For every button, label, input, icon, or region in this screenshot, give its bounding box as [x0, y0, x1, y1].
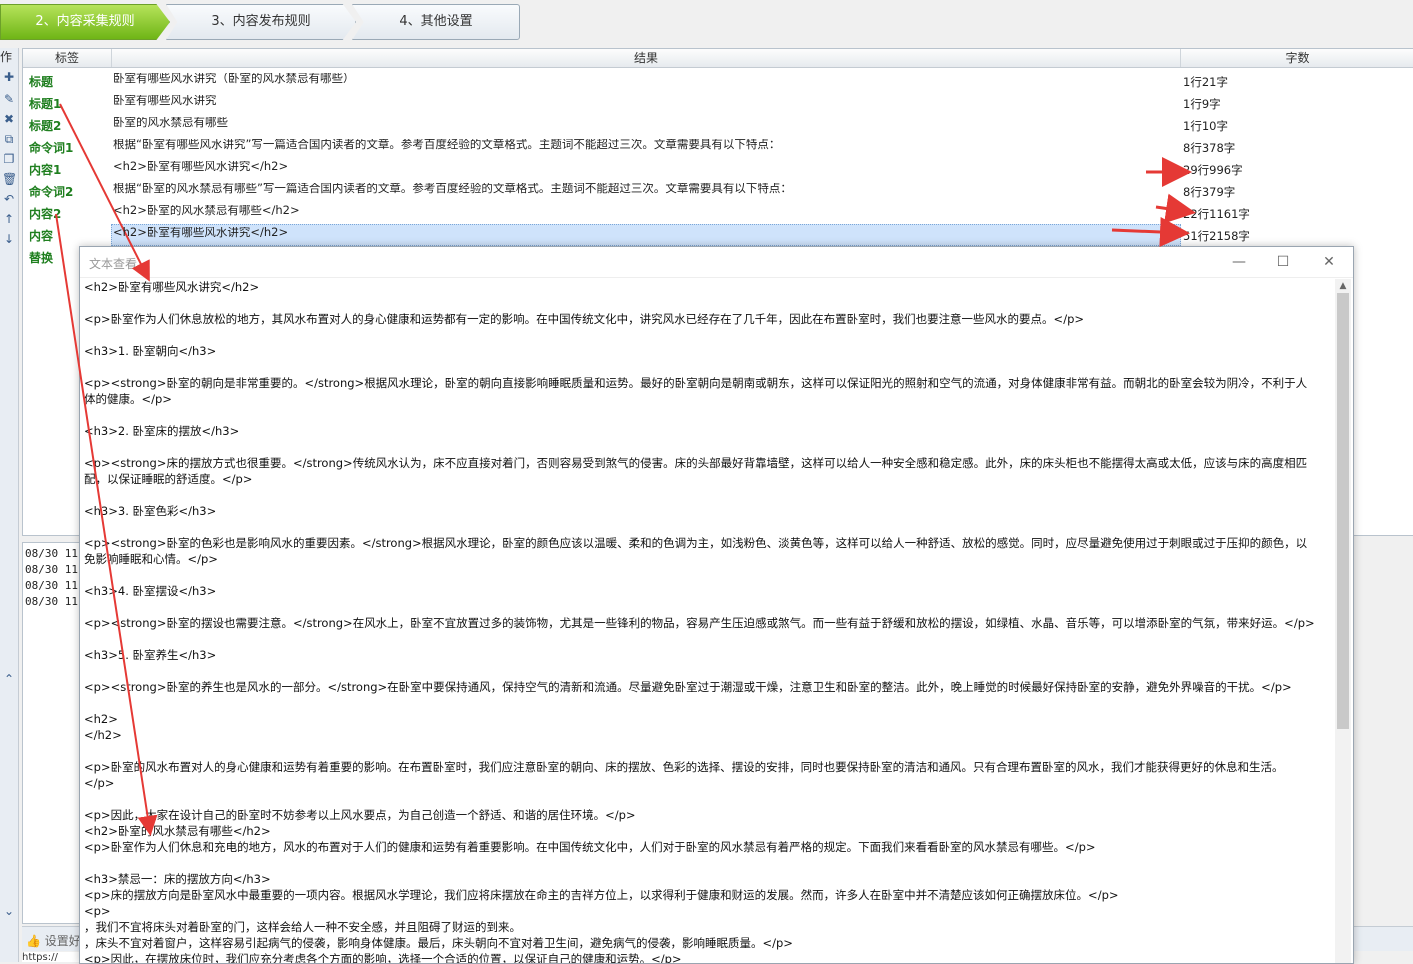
- table-row[interactable]: 标题2 卧室的风水禁忌有哪些 1行10字: [23, 113, 1413, 135]
- move-down-icon[interactable]: ↓: [2, 232, 16, 246]
- dialog-text-area[interactable]: <h2>卧室有哪些风水讲究</h2> <p>卧室作为人们休息放松的地方，其风水布置…: [84, 279, 1332, 963]
- row-result: 卧室有哪些风水讲究: [113, 95, 217, 106]
- url-strip: https://: [22, 952, 82, 962]
- text-line: <h3>4. 卧室摆设</h3>: [84, 584, 217, 598]
- close-icon[interactable]: ✕: [1315, 251, 1343, 273]
- row-count: 8行379字: [1183, 185, 1236, 199]
- text-line: <p>: [84, 904, 111, 918]
- text-line: 配，以保证睡眠的舒适度。</p>: [84, 472, 253, 486]
- copy-icon[interactable]: ⧉: [2, 132, 16, 146]
- collapse-down-icon[interactable]: ⌄: [2, 904, 16, 918]
- trash-icon[interactable]: 🗑: [2, 172, 17, 186]
- text-line: 免影响睡眠和心情。</p>: [84, 552, 218, 566]
- text-line: <p><strong>卧室的色彩也是影响风水的重要因素。</strong>根据风…: [84, 536, 1308, 550]
- table-row[interactable]: 内容1 <h2>卧室有哪些风水讲究</h2> 29行996字: [23, 157, 1413, 179]
- table-row[interactable]: 标题 卧室有哪些风水讲究（卧室的风水禁忌有哪些） 1行21字: [23, 69, 1413, 91]
- text-line: <h3>禁忌一：床的摆放方向</h3>: [84, 872, 271, 886]
- text-line: <h2>卧室的风水禁忌有哪些</h2>: [84, 824, 271, 838]
- text-line: </h2>: [84, 728, 122, 742]
- row-count: 29行996字: [1183, 163, 1243, 177]
- text-line: <h2>: [84, 712, 118, 726]
- text-line: <p><strong>卧室的摆设也需要注意。</strong>在风水上，卧室不宜…: [84, 616, 1315, 630]
- edit-icon[interactable]: ✎: [2, 92, 16, 106]
- text-line: <p>卧室作为人们休息和充电的地方，风水的布置对于人们的健康和运势有着重要影响。…: [84, 840, 1096, 854]
- row-result: <h2>卧室的风水禁忌有哪些</h2>: [113, 205, 300, 216]
- text-line: ，我们不宜将床头对着卧室的门，这样会给人一种不安全感，并且阻碍了财运的到来。: [84, 920, 521, 934]
- collapse-up-icon[interactable]: ⌃: [2, 672, 16, 686]
- table-row[interactable]: 标题1 卧室有哪些风水讲究 1行9字: [23, 91, 1413, 113]
- text-line: <p><strong>卧室的朝向是非常重要的。</strong>根据风水理论，卧…: [84, 376, 1308, 390]
- paste-icon[interactable]: ❐: [2, 152, 16, 166]
- column-header-result[interactable]: 结果: [112, 49, 1181, 67]
- dialog-title: 文本查看: [89, 257, 138, 271]
- text-line: ，床头不宜对着窗户，这样容易引起病气的侵袭，影响身体健康。最后，床头朝向不宜对着…: [84, 936, 793, 950]
- minimize-icon[interactable]: —: [1225, 251, 1253, 273]
- grid-header: 标签 结果 字数: [23, 49, 1413, 68]
- status-label: 👍 设置好: [26, 934, 81, 948]
- scroll-up-icon[interactable]: ▲: [1335, 279, 1351, 293]
- row-count: 22行1161字: [1183, 207, 1250, 221]
- row-tag: 标题1: [29, 97, 62, 111]
- row-result: 卧室的风水禁忌有哪些: [113, 117, 228, 128]
- tool-strip: 作 ✚ ✎ ✖ ⧉ ❐ 🗑 ↶ ↑ ↓ ⌃ ⌄: [0, 48, 19, 962]
- text-line: 体的健康。</p>: [84, 392, 172, 406]
- row-tag: 命令词2: [29, 185, 74, 199]
- row-count: 1行21字: [1183, 75, 1228, 89]
- row-result: 卧室有哪些风水讲究（卧室的风水禁忌有哪些）: [113, 73, 355, 84]
- column-header-count[interactable]: 字数: [1181, 49, 1413, 67]
- log-panel: 08/30 11:5 08/30 11:5 08/30 11:5 08/30 1…: [22, 542, 91, 924]
- tab-other-settings[interactable]: 4、其他设置: [352, 4, 520, 40]
- row-tag: 替换: [29, 251, 54, 265]
- row-tag: 内容2: [29, 207, 62, 221]
- text-line: <p><strong>床的摆放方式也很重要。</strong>传统风水认为，床不…: [84, 456, 1308, 470]
- row-tag: 内容1: [29, 163, 62, 177]
- row-tag: 内容: [29, 229, 54, 243]
- row-result: 根据“卧室有哪些风水讲究”写一篇适合国内读者的文章。参考百度经验的文章格式。主题…: [113, 139, 781, 150]
- undo-icon[interactable]: ↶: [2, 192, 16, 206]
- table-row[interactable]: 命令词1 根据“卧室有哪些风水讲究”写一篇适合国内读者的文章。参考百度经验的文章…: [23, 135, 1413, 157]
- text-line: <p>因此，大家在设计自己的卧室时不妨参考以上风水要点，为自己创造一个舒适、和谐…: [84, 808, 636, 822]
- row-count: 51行2158字: [1183, 229, 1250, 243]
- text-line: <h2>卧室有哪些风水讲究</h2>: [84, 280, 260, 294]
- tab-content-collection-rules[interactable]: 2、内容采集规则: [0, 4, 170, 40]
- row-tag: 标题: [29, 75, 54, 89]
- row-count: 8行378字: [1183, 141, 1236, 155]
- text-line: <p><strong>卧室的养生也是风水的一部分。</strong>在卧室中要保…: [84, 680, 1292, 694]
- table-row-selected[interactable]: 内容 <h2>卧室有哪些风水讲究</h2> 51行2158字: [23, 223, 1413, 246]
- dialog-titlebar: 文本查看 — ☐ ✕: [80, 247, 1353, 278]
- text-line: <h3>5. 卧室养生</h3>: [84, 648, 217, 662]
- row-tag: 标题2: [29, 119, 62, 133]
- table-row[interactable]: 命令词2 根据“卧室的风水禁忌有哪些”写一篇适合国内读者的文章。参考百度经验的文…: [23, 179, 1413, 201]
- status-text: 设置好: [44, 934, 81, 948]
- row-count: 1行9字: [1183, 97, 1221, 111]
- table-row[interactable]: 内容2 <h2>卧室的风水禁忌有哪些</h2> 22行1161字: [23, 201, 1413, 223]
- step-tabs: 2、内容采集规则 3、内容发布规则 4、其他设置: [0, 4, 520, 40]
- vertical-scrollbar[interactable]: ▲: [1335, 279, 1351, 963]
- text-line: <h3>2. 卧室床的摆放</h3>: [84, 424, 240, 438]
- text-line: <p>床的摆放方向是卧室风水中最重要的一项内容。根据风水学理论，我们应将床摆放在…: [84, 888, 1119, 902]
- text-view-dialog: 文本查看 — ☐ ✕ <h2>卧室有哪些风水讲究</h2> <p>卧室作为人们休息…: [79, 246, 1354, 964]
- column-header-tag[interactable]: 标签: [23, 49, 112, 67]
- text-line: <p>卧室作为人们休息放松的地方，其风水布置对人的身心健康和运势都有一定的影响。…: [84, 312, 1085, 326]
- text-line: <h3>1. 卧室朝向</h3>: [84, 344, 217, 358]
- maximize-icon[interactable]: ☐: [1269, 251, 1297, 273]
- add-icon[interactable]: ✚: [2, 70, 16, 84]
- text-line: <p>卧室的风水布置对人的身心健康和运势有着重要的影响。在布置卧室时，我们应注意…: [84, 760, 1284, 774]
- move-up-icon[interactable]: ↑: [2, 212, 16, 226]
- row-result: 根据“卧室的风水禁忌有哪些”写一篇适合国内读者的文章。参考百度经验的文章格式。主…: [113, 183, 792, 194]
- text-line: <p>因此，在摆放床位时，我们应充分考虑各个方面的影响，选择一个合适的位置，以保…: [84, 952, 682, 963]
- row-tag: 命令词1: [29, 141, 74, 155]
- text-line: </p>: [84, 776, 115, 790]
- row-result: <h2>卧室有哪些风水讲究</h2>: [113, 227, 289, 238]
- delete-icon[interactable]: ✖: [2, 112, 16, 126]
- row-count: 1行10字: [1183, 119, 1228, 133]
- operations-label: 作: [0, 50, 13, 64]
- row-result: <h2>卧室有哪些风水讲究</h2>: [113, 161, 289, 172]
- scrollbar-thumb[interactable]: [1337, 293, 1349, 729]
- text-line: <h3>3. 卧室色彩</h3>: [84, 504, 217, 518]
- tab-content-publish-rules[interactable]: 3、内容发布规则: [166, 4, 356, 40]
